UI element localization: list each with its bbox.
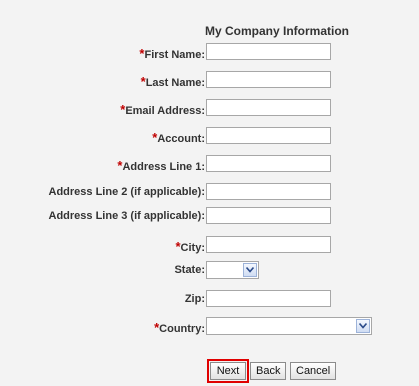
address-line-3-row: Address Line 3 (if applicable): xyxy=(0,207,419,227)
city-label: *City: xyxy=(175,239,205,254)
chevron-down-icon[interactable] xyxy=(243,263,257,277)
address-line-2-row: Address Line 2 (if applicable): xyxy=(0,183,419,203)
country-select[interactable] xyxy=(206,317,372,335)
zip-label: Zip: xyxy=(184,293,205,305)
address-line-1-input[interactable] xyxy=(206,155,331,172)
address-line-3-label: Address Line 3 (if applicable): xyxy=(48,210,205,222)
account-label: *Account: xyxy=(152,130,205,145)
last-name-row: *Last Name: xyxy=(0,71,419,91)
city-input[interactable] xyxy=(206,236,331,253)
email-label: *Email Address: xyxy=(120,102,205,117)
account-row: *Account: xyxy=(0,127,419,147)
country-row: *Country: xyxy=(0,317,419,337)
first-name-input[interactable] xyxy=(206,43,331,60)
company-info-form: My Company Information *First Name: *Las… xyxy=(0,0,419,386)
email-row: *Email Address: xyxy=(0,99,419,119)
cancel-button[interactable]: Cancel xyxy=(290,362,336,380)
country-label: *Country: xyxy=(154,320,205,335)
last-name-input[interactable] xyxy=(206,71,331,88)
zip-row: Zip: xyxy=(0,290,419,310)
first-name-row: *First Name: xyxy=(0,43,419,63)
last-name-label: *Last Name: xyxy=(140,74,205,89)
address-line-2-label: Address Line 2 (if applicable): xyxy=(48,186,205,198)
state-select[interactable] xyxy=(206,261,259,279)
next-button[interactable]: Next xyxy=(207,359,249,383)
back-button[interactable]: Back xyxy=(250,362,286,380)
state-label: State: xyxy=(174,264,205,276)
chevron-down-icon[interactable] xyxy=(356,319,370,333)
first-name-label: *First Name: xyxy=(139,46,205,61)
address-line-2-input[interactable] xyxy=(206,183,331,200)
form-title: My Company Information xyxy=(205,24,350,38)
city-row: *City: xyxy=(0,236,419,256)
email-input[interactable] xyxy=(206,99,331,116)
address-line-1-row: *Address Line 1: xyxy=(0,155,419,175)
address-line-1-label: *Address Line 1: xyxy=(117,158,205,173)
zip-input[interactable] xyxy=(206,290,331,307)
account-input[interactable] xyxy=(206,127,331,144)
state-row: State: xyxy=(0,261,419,281)
address-line-3-input[interactable] xyxy=(206,207,331,224)
